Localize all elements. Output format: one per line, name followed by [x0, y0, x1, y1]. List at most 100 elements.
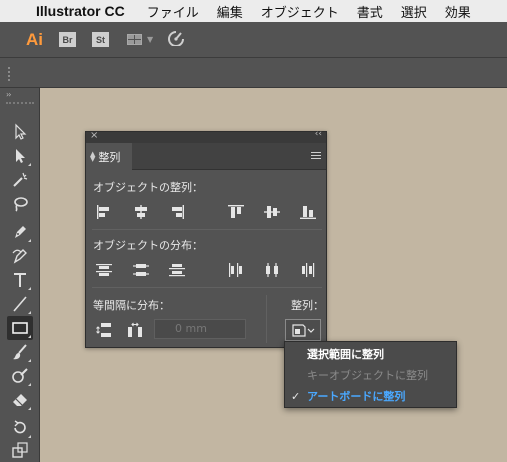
magic-wand-tool-icon [13, 172, 28, 187]
menu-edit[interactable]: 編集 [217, 2, 243, 21]
vertical-distribute-top-button[interactable] [93, 260, 115, 280]
align-to-menu: 選択範囲に整列 キーオブジェクトに整列 ✓ アートボードに整列 [284, 341, 457, 408]
illustrator-logo: Ai [26, 29, 43, 49]
eraser-tool-icon [13, 394, 27, 406]
pen-tool-button[interactable] [7, 220, 33, 244]
tab-align-label: 整列 [98, 150, 121, 164]
distribute-vertical-center-icon [133, 264, 149, 276]
horizontal-align-center-button[interactable] [130, 202, 152, 222]
bridge-button[interactable]: Br [59, 32, 76, 47]
distribute-bottom-icon [169, 264, 185, 277]
workspace-arrange-button[interactable]: ▼ [127, 34, 153, 45]
align-objects-label: オブジェクトの整列： [93, 181, 203, 194]
eraser-tool-button[interactable] [7, 388, 33, 412]
section-divider [92, 229, 322, 230]
lasso-tool-button[interactable] [7, 192, 33, 216]
tab-align[interactable]: ▲ ▼ 整列 [86, 143, 132, 170]
align-panel: × ‹‹ ▲ ▼ 整列 オブジェクトの整列： オブジェクトの分布： 等間隔に分布… [85, 129, 327, 348]
menu-item-align-to-artboard[interactable]: ✓ アートボードに整列 [285, 386, 456, 406]
align-right-icon [172, 205, 184, 219]
menu-item-label: 選択範囲に整列 [307, 348, 384, 361]
align-top-icon [228, 205, 244, 218]
vertical-distribute-space-button[interactable] [93, 320, 115, 340]
menu-item-align-to-selection[interactable]: 選択範囲に整列 [285, 344, 456, 364]
rectangle-tool-button[interactable] [7, 316, 33, 340]
stepper-arrows-icon: ▲ ▼ [90, 149, 96, 163]
selection-tool-icon [15, 123, 27, 140]
distribute-spacing-label: 等間隔に分布： [93, 299, 170, 312]
vertical-distribute-center-button[interactable] [130, 260, 152, 280]
rotate-tool-button[interactable] [7, 416, 33, 440]
paintbrush-tool-button[interactable] [7, 340, 33, 364]
align-left-icon [97, 205, 109, 219]
chevron-down-icon: ▼ [147, 35, 154, 44]
align-to-artboard-icon [292, 324, 315, 337]
spacing-value: 0 mm [175, 322, 207, 335]
section-divider [92, 287, 322, 288]
collapse-panel-icon[interactable]: ‹‹ [315, 129, 322, 139]
expand-toolbar-icon[interactable]: ›› [6, 90, 12, 99]
vertical-align-center-button[interactable] [261, 202, 283, 222]
align-to-dropdown-button[interactable] [285, 319, 321, 341]
horizontal-distribute-center-button[interactable] [261, 260, 283, 280]
align-to-label: 整列： [291, 299, 324, 312]
panel-tab-row: ▲ ▼ 整列 [86, 143, 326, 170]
shaper-tool-button[interactable] [7, 364, 33, 388]
checkmark-icon: ✓ [291, 389, 301, 403]
horizontal-distribute-space-button[interactable] [124, 320, 146, 340]
vertical-align-bottom-button[interactable] [297, 202, 319, 222]
close-icon[interactable]: × [90, 130, 98, 141]
toolbar-drag-handle[interactable] [6, 102, 34, 105]
menu-object[interactable]: オブジェクト [261, 2, 339, 21]
scale-tool-icon [12, 442, 28, 458]
direct-selection-tool-button[interactable] [7, 144, 33, 168]
vertical-distribute-bottom-button[interactable] [166, 260, 188, 280]
menu-type[interactable]: 書式 [357, 2, 383, 21]
panel-menu-icon[interactable] [311, 152, 321, 161]
distribute-left-icon [229, 263, 242, 277]
tools-panel: ›› [0, 88, 40, 462]
menu-effect[interactable]: 効果 [445, 2, 471, 21]
magic-wand-tool-button[interactable] [7, 168, 33, 192]
lasso-tool-icon [14, 197, 28, 212]
control-bar [0, 58, 507, 88]
distribute-horizontal-space-icon [128, 322, 142, 337]
distribute-right-icon [302, 263, 315, 277]
line-tool-button[interactable] [7, 292, 33, 316]
menu-item-align-to-key-object: キーオブジェクトに整列 [285, 365, 456, 385]
distribute-objects-label: オブジェクトの分布： [93, 239, 203, 252]
menu-file[interactable]: ファイル [147, 2, 199, 21]
align-vertical-center-icon [264, 206, 280, 218]
rectangle-tool-icon [12, 322, 28, 334]
gpu-performance-icon[interactable] [167, 30, 185, 50]
menu-app-name[interactable]: Illustrator CC [36, 3, 125, 19]
stock-button[interactable]: St [92, 32, 109, 47]
selection-tool-button[interactable] [7, 120, 33, 144]
horizontal-distribute-left-button[interactable] [225, 260, 247, 280]
scale-tool-button[interactable] [7, 438, 33, 462]
horizontal-align-left-button[interactable] [93, 202, 115, 222]
curvature-tool-icon [12, 249, 27, 264]
rotate-tool-icon [14, 420, 26, 434]
align-horizontal-center-icon [135, 205, 147, 219]
align-bottom-icon [300, 206, 316, 219]
paintbrush-tool-icon [13, 344, 27, 360]
vertical-align-top-button[interactable] [225, 202, 247, 222]
distribute-top-icon [96, 264, 112, 276]
horizontal-distribute-right-button[interactable] [297, 260, 319, 280]
horizontal-align-right-button[interactable] [166, 202, 188, 222]
menu-item-label: キーオブジェクトに整列 [307, 369, 428, 382]
curvature-tool-button[interactable] [7, 244, 33, 268]
line-tool-icon [13, 296, 27, 312]
type-tool-button[interactable] [7, 268, 33, 292]
menu-select[interactable]: 選択 [401, 2, 427, 21]
drag-handle[interactable] [8, 67, 10, 81]
spacing-input[interactable]: 0 mm [154, 319, 246, 339]
shaper-tool-icon [12, 368, 28, 383]
panel-titlebar[interactable]: × ‹‹ [86, 129, 326, 143]
distribute-horizontal-center-icon [266, 263, 278, 277]
menu-bar: Illustrator CC ファイル 編集 オブジェクト 書式 選択 効果 [0, 0, 507, 22]
distribute-vertical-space-icon [96, 323, 111, 337]
grid-icon [127, 34, 142, 45]
application-bar: Ai Br St ▼ [0, 22, 507, 58]
